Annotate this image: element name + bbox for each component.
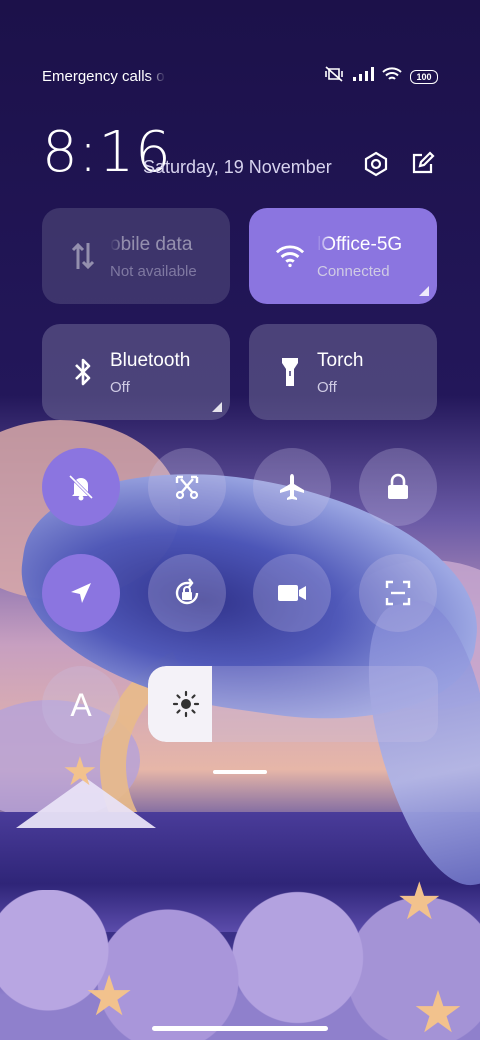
rotate-lock-icon — [175, 578, 199, 605]
expand-corner-icon[interactable] — [212, 402, 222, 412]
panel-drag-handle[interactable] — [213, 770, 267, 774]
airplane-icon — [280, 474, 304, 500]
tile-wifi-title: lOffice-5G — [317, 234, 403, 255]
edit-button[interactable] — [406, 148, 438, 180]
clock-date: Saturday, 19 November — [143, 157, 332, 177]
wifi-icon — [382, 66, 402, 87]
signal-icon — [352, 67, 374, 86]
toggle-scanner[interactable] — [359, 554, 437, 632]
tile-bluetooth-title: Bluetooth — [110, 350, 191, 371]
toggle-airplane[interactable] — [253, 448, 331, 526]
settings-hex-icon — [364, 151, 388, 177]
tile-mobile-data-title: obile data — [110, 234, 193, 255]
mobile-data-arrows-icon — [68, 240, 98, 272]
tile-torch-title: Torch — [317, 350, 364, 371]
battery-icon: 100 — [410, 69, 438, 84]
sun-icon — [172, 690, 200, 718]
tile-wifi[interactable]: lOffice-5G Connected — [249, 208, 437, 304]
status-bar: Emergency calls o 100 — [0, 60, 480, 94]
torch-icon — [275, 356, 305, 388]
carrier-text: Emergency calls o — [42, 68, 165, 85]
expand-corner-icon[interactable] — [419, 286, 429, 296]
scan-icon — [385, 580, 411, 606]
toggle-location[interactable] — [42, 554, 120, 632]
tile-torch[interactable]: Torch Off — [249, 324, 437, 420]
toggle-font-size[interactable]: A — [42, 666, 120, 744]
edit-icon — [412, 151, 435, 174]
home-indicator[interactable] — [152, 1026, 328, 1031]
wifi-icon — [275, 240, 305, 272]
mute-vibrate-icon — [324, 66, 344, 87]
tile-wifi-status: Connected — [317, 263, 390, 280]
lock-icon — [388, 473, 408, 499]
video-camera-icon — [278, 585, 306, 601]
brightness-slider[interactable] — [148, 666, 438, 742]
toggle-silent[interactable] — [42, 448, 120, 526]
tile-mobile-data[interactable]: obile data Not available — [42, 208, 230, 304]
scissors-icon — [175, 475, 199, 500]
tile-mobile-data-status: Not available — [110, 263, 197, 280]
toggle-auto-rotate[interactable] — [148, 554, 226, 632]
toggle-screen-recorder[interactable] — [253, 554, 331, 632]
bluetooth-icon — [68, 356, 98, 388]
settings-button[interactable] — [360, 148, 392, 180]
bell-off-icon — [68, 474, 94, 501]
font-a-icon: A — [70, 686, 92, 723]
location-arrow-icon — [71, 583, 91, 603]
tile-bluetooth-status: Off — [110, 379, 130, 396]
toggle-lock-screen[interactable] — [359, 448, 437, 526]
toggle-screenshot[interactable] — [148, 448, 226, 526]
tile-torch-status: Off — [317, 379, 337, 396]
tile-bluetooth[interactable]: Bluetooth Off — [42, 324, 230, 420]
